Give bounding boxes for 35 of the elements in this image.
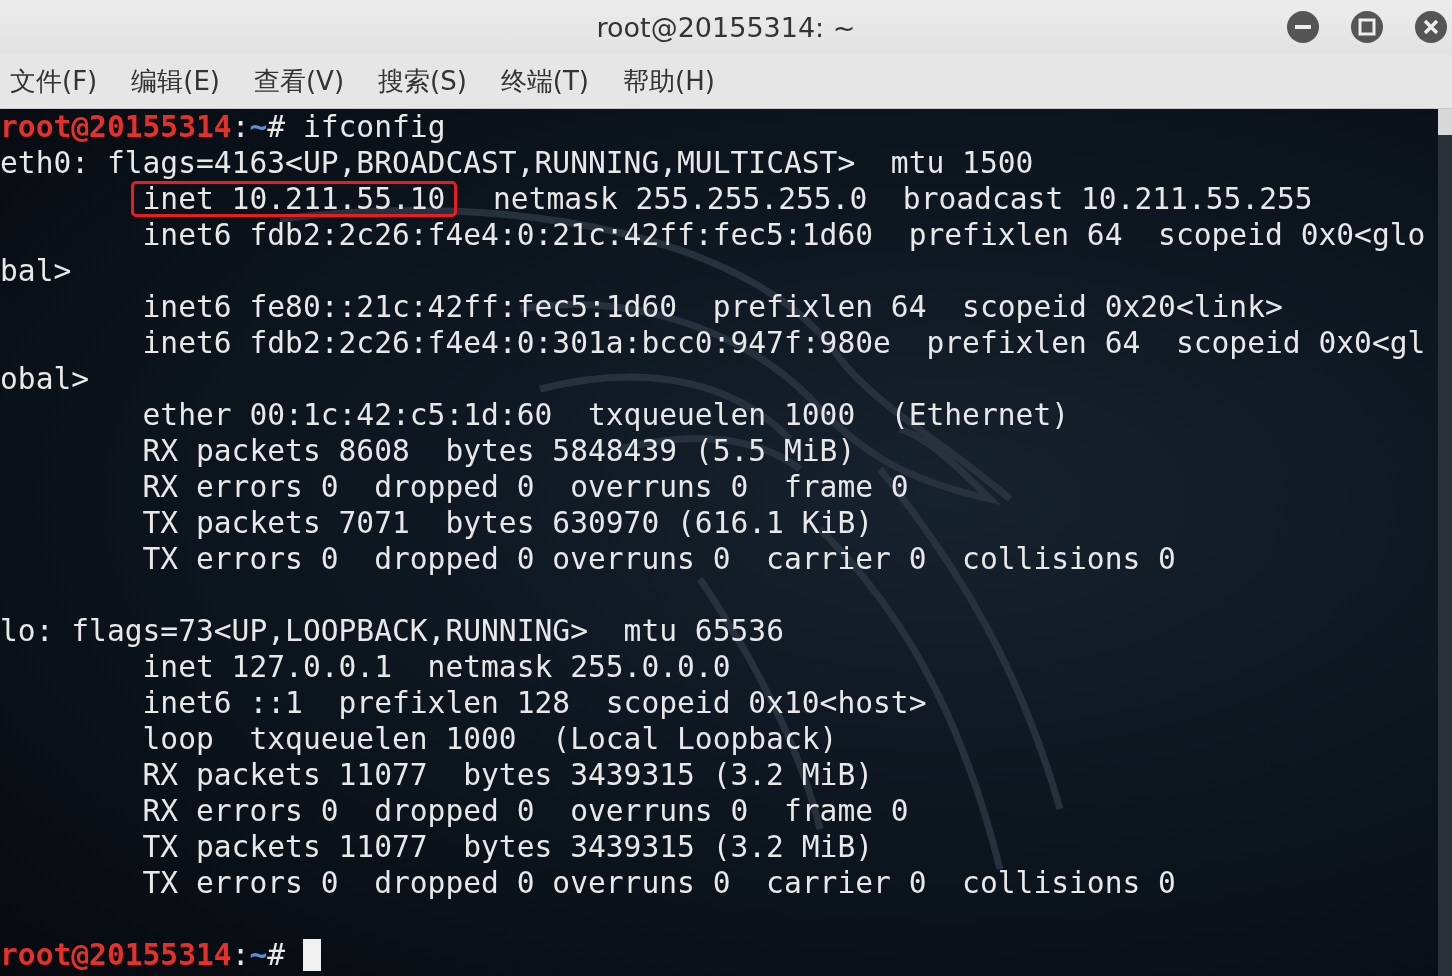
- highlight-box: inet 10.211.55.10: [130, 181, 458, 217]
- close-icon[interactable]: [1414, 10, 1448, 44]
- maximize-icon[interactable]: [1350, 10, 1384, 44]
- output-line: TX errors 0 dropped 0 overruns 0 carrier 0 collisions 0: [142, 865, 1176, 901]
- output-line: TX packets 11077 bytes 3439315 (3.2 MiB): [142, 829, 874, 865]
- menu-item[interactable]: 搜索(S): [378, 63, 467, 99]
- output-line: TX errors 0 dropped 0 overruns 0 carrier 0 collisions 0: [142, 541, 1176, 577]
- menu-item[interactable]: 终端(T): [500, 63, 589, 99]
- cursor: [302, 939, 321, 971]
- menu-item[interactable]: 文件(F): [10, 63, 98, 99]
- output-line: inet6 fdb2:2c26:f4e4:0:21c:42ff:fec5:1d60 prefixlen 64 scopeid 0x0<glo: [142, 217, 1426, 253]
- window-title: root@20155314: ~: [596, 11, 856, 43]
- output-line: netmask 255.255.255.0 broadcast 10.211.55.255: [492, 181, 1313, 217]
- output-line: TX packets 7071 bytes 630970 (616.1 KiB): [142, 505, 874, 541]
- output-line: inet6 fe80::21c:42ff:fec5:1d60 prefixlen 64 scopeid 0x20<link>: [142, 289, 1283, 325]
- output-line: loop txqueuelen 1000 (Local Loopback): [142, 721, 838, 757]
- output-line: inet 127.0.0.1 netmask 255.0.0.0: [142, 649, 731, 685]
- output-line: RX packets 8608 bytes 5848439 (5.5 MiB): [142, 433, 856, 469]
- output-line: RX errors 0 dropped 0 overruns 0 frame 0: [142, 469, 909, 505]
- output-line: RX packets 11077 bytes 3439315 (3.2 MiB): [142, 757, 874, 793]
- output-line: obal>: [0, 361, 90, 397]
- command-line: root@20155314:~#: [0, 937, 287, 973]
- command-line: root@20155314:~# ifconfig: [0, 109, 446, 145]
- scrollbar-thumb[interactable]: [1438, 109, 1452, 135]
- menu-item[interactable]: 查看(V): [253, 63, 345, 99]
- output-line: eth0: flags=4163<UP,BROADCAST,RUNNING,MULTICAST> mtu 1500: [0, 145, 1034, 181]
- output-line: inet6 fdb2:2c26:f4e4:0:301a:bcc0:947f:980e prefixlen 64 scopeid 0x0<gl: [142, 325, 1426, 361]
- output-line: inet6 ::1 prefixlen 128 scopeid 0x10<host>: [142, 685, 927, 721]
- minimize-icon[interactable]: [1286, 10, 1320, 44]
- output-line: ether 00:1c:42:c5:1d:60 txqueuelen 1000 (Ethernet): [142, 397, 1069, 433]
- menu-item[interactable]: 编辑(E): [131, 63, 220, 99]
- output-line: RX errors 0 dropped 0 overruns 0 frame 0: [142, 793, 909, 829]
- menu-item[interactable]: 帮助(H): [623, 63, 715, 99]
- output-line: lo: flags=73<UP,LOOPBACK,RUNNING> mtu 65536: [0, 613, 784, 649]
- output-line: bal>: [0, 253, 72, 289]
